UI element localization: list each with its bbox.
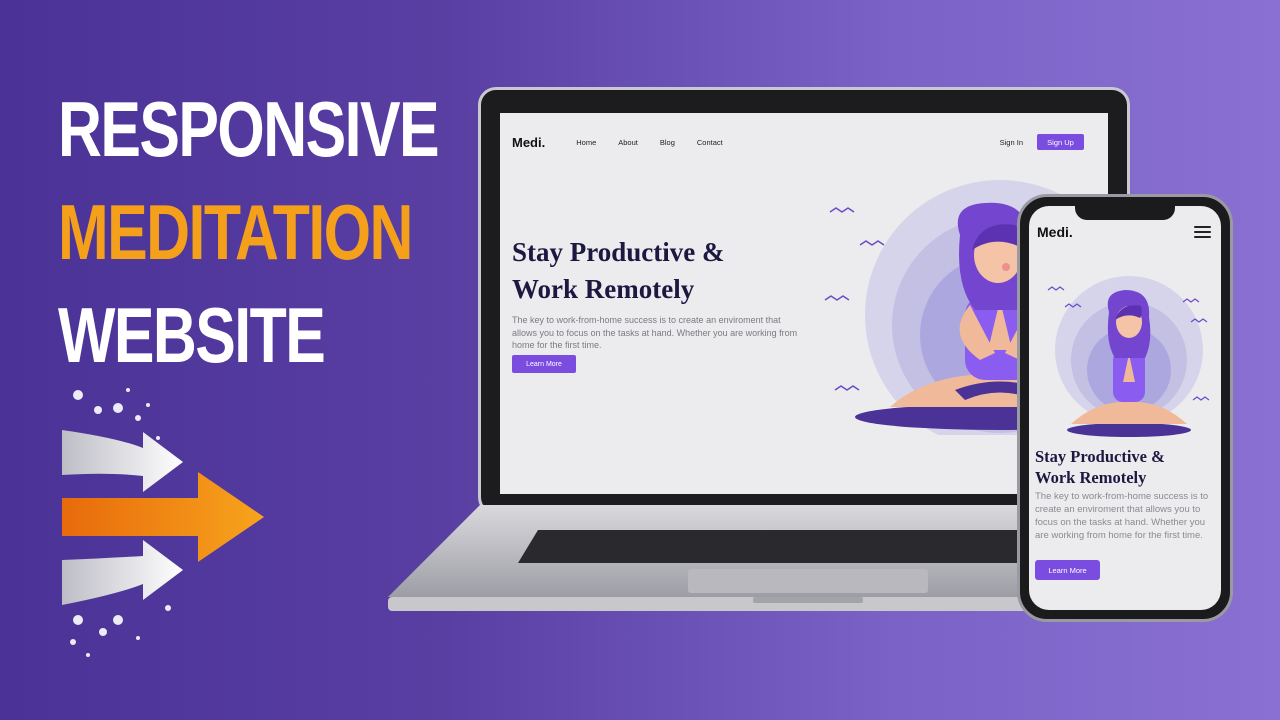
mobile-hero-title-line1: Stay Productive & bbox=[1035, 447, 1165, 466]
navbar: Medi. Home About Blog Contact Sign In Si… bbox=[512, 132, 1096, 152]
learn-more-button[interactable]: Learn More bbox=[512, 355, 576, 373]
mobile-hero-title: Stay Productive & Work Remotely bbox=[1035, 446, 1215, 488]
headline-responsive: RESPONSIVE bbox=[58, 85, 440, 173]
phone-notch bbox=[1075, 206, 1175, 220]
arrows-icon bbox=[62, 388, 264, 657]
mobile-meditation-illustration bbox=[1047, 276, 1210, 437]
hero-title-line1: Stay Productive & bbox=[512, 237, 725, 267]
sign-in-link[interactable]: Sign In bbox=[1000, 138, 1023, 147]
mobile-hero-title-line2: Work Remotely bbox=[1035, 468, 1147, 487]
hero-title: Stay Productive & Work Remotely bbox=[512, 234, 812, 308]
nav-links: Home About Blog Contact bbox=[576, 138, 723, 147]
nav-home[interactable]: Home bbox=[576, 138, 596, 147]
nav-about[interactable]: About bbox=[618, 138, 638, 147]
mobile-learn-more-button[interactable]: Learn More bbox=[1035, 560, 1100, 580]
mobile-hero-description: The key to work-from-home success is to … bbox=[1035, 491, 1209, 541]
nav-blog[interactable]: Blog bbox=[660, 138, 675, 147]
sign-up-button[interactable]: Sign Up bbox=[1037, 134, 1084, 150]
phone-screen: Medi. Stay Productive & Work Remotely Th… bbox=[1029, 206, 1221, 610]
hamburger-icon[interactable] bbox=[1194, 226, 1211, 238]
hero-title-line2: Work Remotely bbox=[512, 274, 695, 304]
site-logo[interactable]: Medi. bbox=[512, 135, 545, 150]
hero-description: The key to work-from-home success is to … bbox=[512, 315, 798, 350]
mobile-site-logo[interactable]: Medi. bbox=[1037, 224, 1073, 240]
headline: RESPONSIVE MEDITATION WEBSITE bbox=[58, 78, 545, 387]
headline-meditation: MEDITATION bbox=[58, 188, 413, 276]
headline-website: WEBSITE bbox=[58, 291, 326, 379]
nav-contact[interactable]: Contact bbox=[697, 138, 723, 147]
